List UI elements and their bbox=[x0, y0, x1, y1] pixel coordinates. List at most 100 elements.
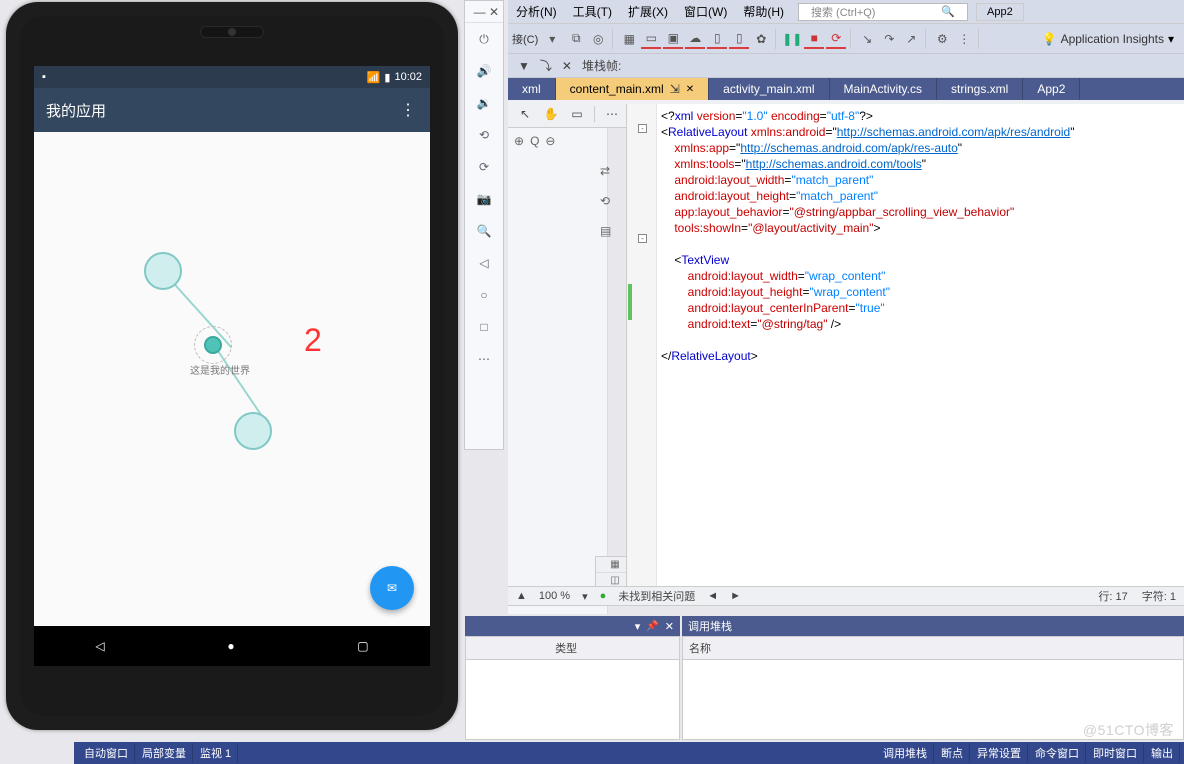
step-into-icon[interactable]: ↘ bbox=[857, 29, 877, 49]
menu-analysis[interactable]: 分析(N) bbox=[508, 0, 565, 23]
dropdown-icon[interactable]: ▾ bbox=[582, 590, 588, 603]
next-issue-icon[interactable]: ► bbox=[730, 590, 741, 602]
screenshot-icon[interactable]: ⧉ bbox=[566, 29, 586, 49]
rotate-left-icon[interactable]: ⟲ bbox=[464, 119, 504, 151]
code-editor[interactable]: - - <?xml version="1.0" encoding="utf-8"… bbox=[626, 104, 1184, 588]
tab-main-activity-cs[interactable]: MainActivity.cs bbox=[830, 78, 937, 100]
tool1-icon[interactable]: ⚙ bbox=[932, 29, 952, 49]
battery-icon: ▮ bbox=[384, 71, 390, 84]
app-insights-label[interactable]: Application Insights bbox=[1061, 32, 1164, 46]
swap-icon[interactable]: ⇄ bbox=[600, 164, 601, 178]
btab-callstack[interactable]: 调用堆栈 bbox=[877, 743, 934, 763]
zoom-fit-icon[interactable]: Q bbox=[530, 134, 539, 148]
layout1-icon[interactable]: ▦ bbox=[619, 29, 639, 49]
tablet-icon[interactable]: ▯ bbox=[707, 29, 727, 49]
menu-help[interactable]: 帮助(H) bbox=[735, 0, 792, 23]
dropdown-icon[interactable]: ▾ bbox=[1168, 32, 1174, 46]
btab-watch[interactable]: 监视 1 bbox=[194, 743, 238, 763]
dropdown-icon[interactable]: ▾ bbox=[635, 620, 641, 633]
back-icon[interactable]: ◁ bbox=[464, 247, 504, 279]
sort-icon[interactable]: ⤵ bbox=[540, 57, 552, 74]
minimize-icon[interactable]: — bbox=[474, 5, 486, 19]
panel-caption-left: ▾ 📌 ✕ bbox=[465, 616, 680, 636]
prev-issue-icon[interactable]: ◄ bbox=[707, 590, 718, 602]
signal-icon: 📶 bbox=[367, 71, 381, 84]
volume-up-icon[interactable]: 🔊 bbox=[464, 55, 504, 87]
close-icon[interactable]: ✕ bbox=[665, 620, 674, 633]
btab-exceptions[interactable]: 异常设置 bbox=[971, 743, 1028, 763]
phone-icon[interactable]: ▯ bbox=[729, 29, 749, 49]
close-icon[interactable]: ✕ bbox=[686, 84, 694, 95]
refresh-icon[interactable]: ⟲ bbox=[600, 194, 601, 208]
cloud-icon[interactable]: ☁ bbox=[685, 29, 705, 49]
tool2-icon[interactable]: ⋮ bbox=[954, 29, 974, 49]
step-over-icon[interactable]: ↷ bbox=[879, 29, 899, 49]
device-screen[interactable]: ▪ 📶 ▮ 10:02 我的应用 ⋮ 这是我的世界 2 ✉ ◁ bbox=[34, 66, 430, 666]
nav-home-icon[interactable]: ● bbox=[227, 639, 234, 653]
nav-up-icon[interactable]: ▲ bbox=[516, 590, 527, 602]
more-icon[interactable]: ⋯ bbox=[603, 105, 621, 123]
camera-icon[interactable]: 📷 bbox=[464, 183, 504, 215]
zoom-out-icon[interactable]: ⊖ bbox=[545, 134, 555, 148]
zoom-level[interactable]: 100 % bbox=[539, 590, 570, 602]
tab-xml[interactable]: xml bbox=[508, 78, 556, 100]
rotate-right-icon[interactable]: ⟳ bbox=[464, 151, 504, 183]
btab-output[interactable]: 输出 bbox=[1145, 743, 1180, 763]
tab-activity-main[interactable]: activity_main.xml bbox=[709, 78, 829, 100]
stop-icon[interactable]: ■ bbox=[804, 29, 824, 49]
pin-icon[interactable]: ⇲ bbox=[670, 82, 680, 96]
settings-icon[interactable]: ✿ bbox=[751, 29, 771, 49]
close-icon[interactable]: ✕ bbox=[489, 5, 499, 19]
btab-immediate[interactable]: 即时窗口 bbox=[1087, 743, 1144, 763]
pan-icon[interactable]: ✋ bbox=[542, 105, 560, 123]
pointer-icon[interactable]: ↖ bbox=[516, 105, 534, 123]
menu-window[interactable]: 窗口(W) bbox=[676, 0, 735, 23]
more-icon[interactable]: ⋯ bbox=[464, 343, 504, 375]
nav-recent-icon[interactable]: ▢ bbox=[357, 639, 368, 653]
fold-icon[interactable]: - bbox=[638, 234, 647, 243]
btab-breakpoints[interactable]: 断点 bbox=[935, 743, 970, 763]
btab-locals[interactable]: 局部变量 bbox=[136, 743, 193, 763]
fold-icon[interactable]: - bbox=[638, 124, 647, 133]
pause-icon[interactable]: ❚❚ bbox=[782, 29, 802, 49]
home-icon[interactable]: ○ bbox=[464, 279, 504, 311]
zoom-in-icon[interactable]: ⊕ bbox=[514, 134, 524, 148]
filter-icon[interactable]: ▼ bbox=[518, 59, 530, 73]
overflow-menu-icon[interactable]: ⋮ bbox=[400, 100, 418, 120]
designer-surface[interactable]: ⊕ Q ⊖ ⇄ ⟲ ▤ bbox=[508, 128, 608, 614]
zoom-icon[interactable]: 🔍 bbox=[464, 215, 504, 247]
thread-icon[interactable]: ✕ bbox=[562, 59, 572, 73]
device-icon[interactable]: ▭ bbox=[641, 29, 661, 49]
tab-content-main[interactable]: content_main.xml ⇲ ✕ bbox=[556, 78, 710, 100]
dropdown-icon[interactable]: ▾ bbox=[542, 29, 562, 49]
tab-app2[interactable]: App2 bbox=[1023, 78, 1080, 100]
pin-icon[interactable]: 📌 bbox=[646, 621, 658, 632]
annotation-2: 2 bbox=[304, 322, 322, 359]
btab-command[interactable]: 命令窗口 bbox=[1029, 743, 1086, 763]
fab-button[interactable]: ✉ bbox=[370, 566, 414, 610]
devices-icon[interactable]: ▣ bbox=[663, 29, 683, 49]
overview-icon[interactable]: □ bbox=[464, 311, 504, 343]
btab-auto[interactable]: 自动窗口 bbox=[78, 743, 135, 763]
tab-strings-xml[interactable]: strings.xml bbox=[937, 78, 1023, 100]
camera2-icon[interactable]: ◎ bbox=[588, 29, 608, 49]
solution-selector[interactable]: App2 bbox=[976, 3, 1024, 21]
volume-down-icon[interactable]: 🔉 bbox=[464, 87, 504, 119]
menu-extensions[interactable]: 扩展(X) bbox=[620, 0, 676, 23]
widget-handle[interactable] bbox=[204, 336, 222, 354]
quick-launch-search[interactable]: 搜索 (Ctrl+Q) 🔍 bbox=[798, 3, 968, 21]
rect-icon[interactable]: ▭ bbox=[568, 105, 586, 123]
connect-label[interactable]: 接(C) bbox=[512, 31, 538, 47]
constraint-anchor[interactable] bbox=[144, 252, 182, 290]
lightbulb-icon[interactable]: 💡 bbox=[1042, 32, 1057, 46]
editor-status-bar: ▲ 100 % ▾ ● 未找到相关问题 ◄ ► 行: 17 字符: 1 bbox=[508, 586, 1184, 606]
menu-tools[interactable]: 工具(T) bbox=[565, 0, 620, 23]
nav-back-icon[interactable]: ◁ bbox=[95, 639, 104, 653]
constraint-anchor[interactable] bbox=[234, 412, 272, 450]
restart-icon[interactable]: ⟳ bbox=[826, 29, 846, 49]
power-icon[interactable]: ⏻ bbox=[464, 23, 504, 55]
main-toolbar: 接(C) ▾ ⧉ ◎ ▦ ▭ ▣ ☁ ▯ ▯ ✿ ❚❚ ■ ⟳ ↘ ↷ ↗ ⚙ … bbox=[508, 24, 1184, 54]
layout-icon[interactable]: ▤ bbox=[600, 224, 601, 238]
step-out-icon[interactable]: ↗ bbox=[901, 29, 921, 49]
app-content[interactable]: 这是我的世界 2 ✉ bbox=[34, 132, 430, 626]
